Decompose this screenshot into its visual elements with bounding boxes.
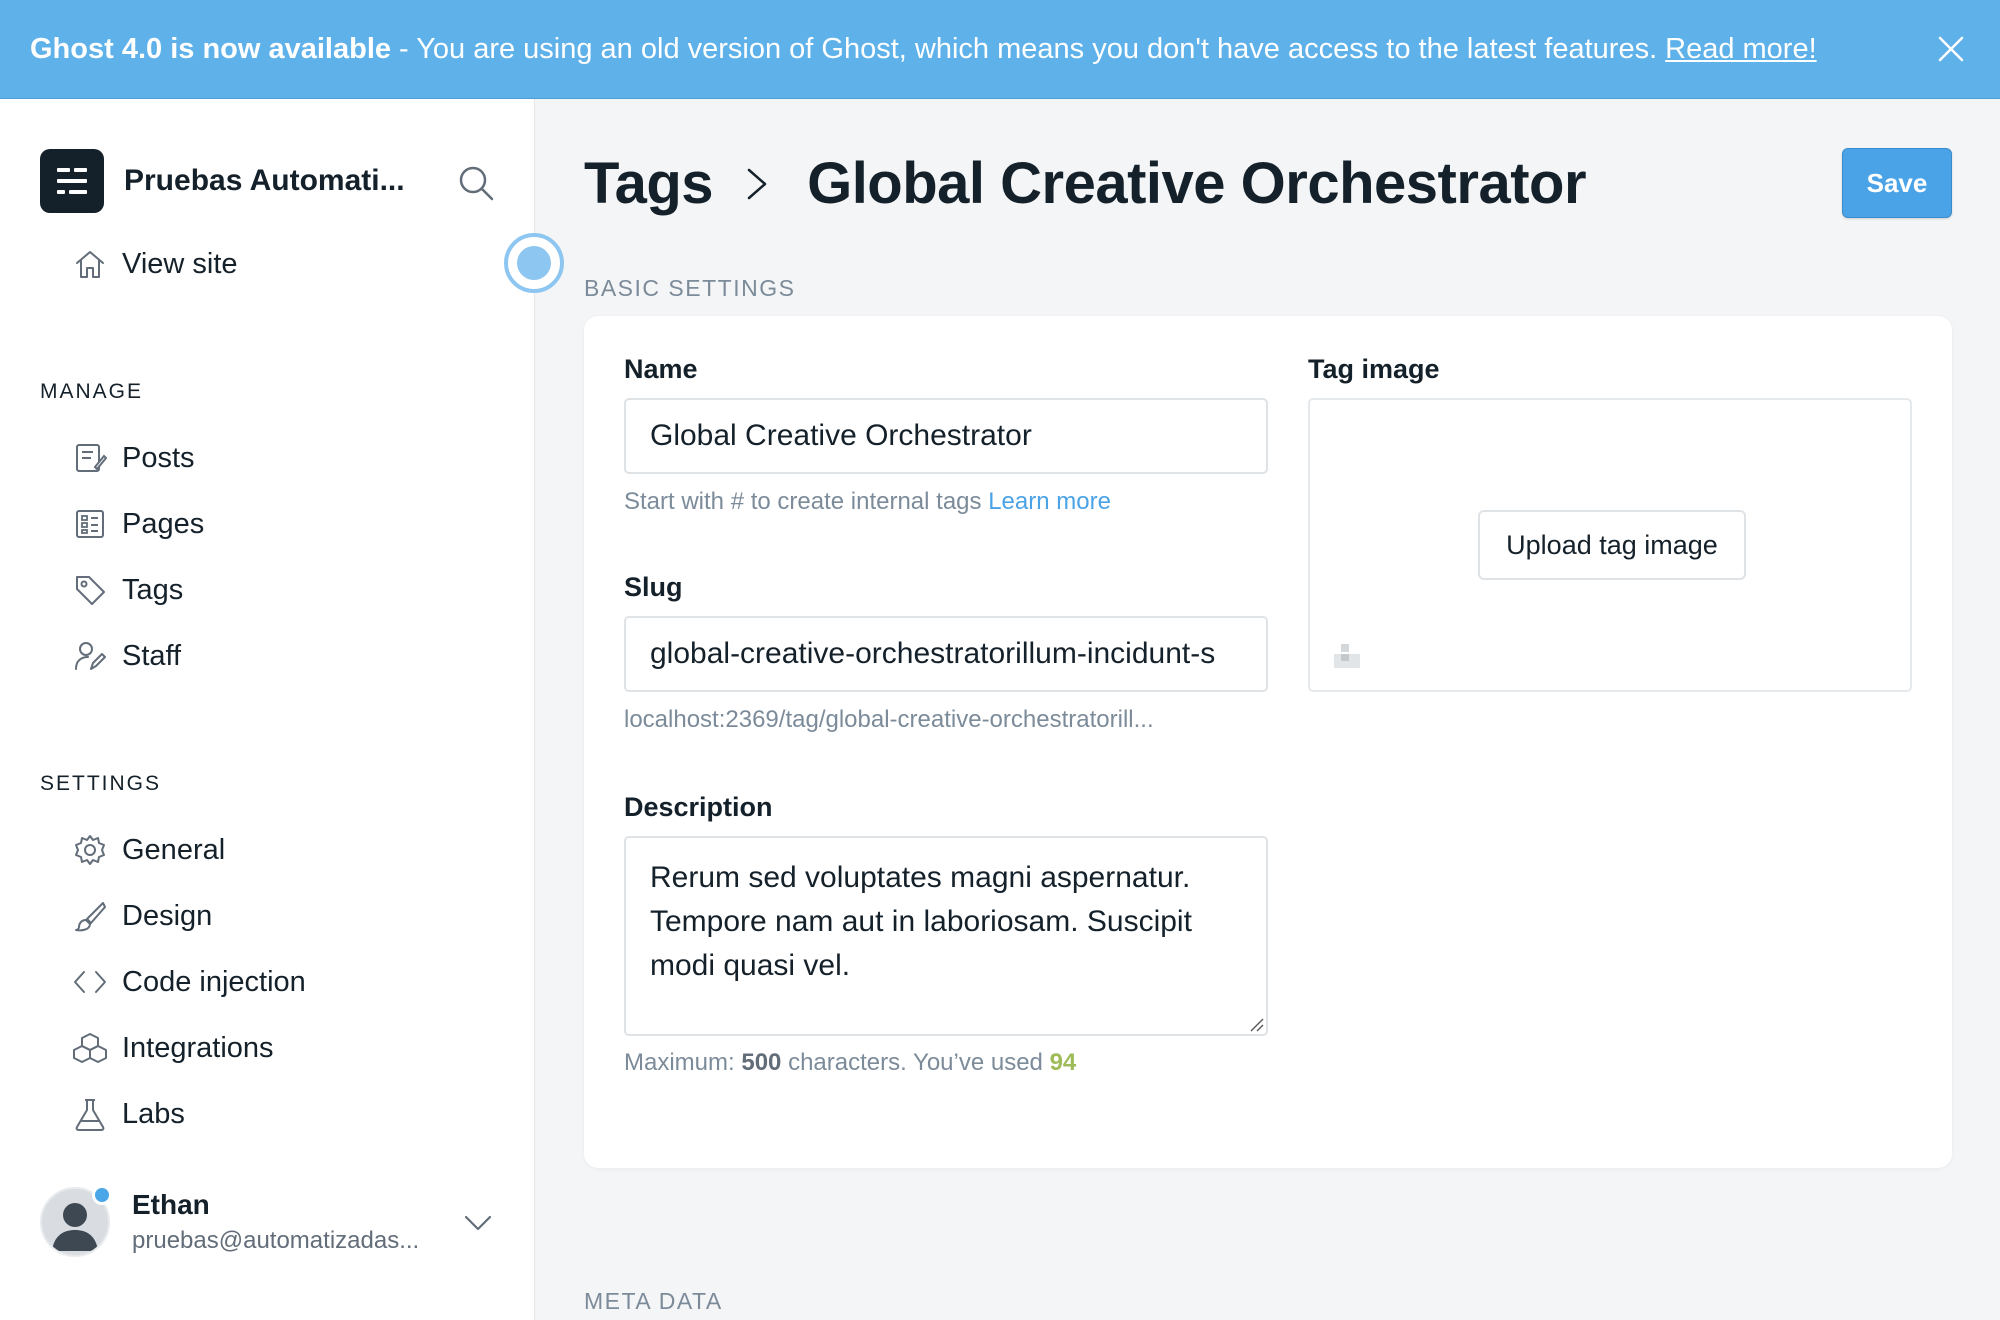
- close-icon[interactable]: [1932, 30, 1970, 68]
- site-brand[interactable]: Pruebas Automati...: [40, 149, 454, 213]
- learn-more-link[interactable]: Learn more: [988, 488, 1111, 515]
- save-button[interactable]: Save: [1842, 148, 1952, 218]
- resize-handle-icon[interactable]: [1248, 1016, 1264, 1032]
- basic-settings-card: Name Global Creative Orchestrator Start …: [584, 316, 1952, 1168]
- character-count: Maximum: 500 characters. You’ve used 94: [624, 1049, 1268, 1077]
- code-icon: [72, 964, 108, 1000]
- tag-title: Global Creative Orchestrator: [807, 151, 1587, 216]
- count-used: 94: [1049, 1049, 1077, 1076]
- name-hint-text: Start with # to create internal tags: [624, 488, 982, 515]
- sidebar-item-label: General: [122, 833, 226, 866]
- sidebar-item-labs[interactable]: Labs: [72, 1092, 185, 1136]
- sidebar-item-label: Code injection: [122, 965, 306, 998]
- manage-section-label: MANAGE: [40, 380, 144, 403]
- sidebar-item-pages[interactable]: Pages: [72, 502, 204, 546]
- upload-tag-image-button[interactable]: Upload tag image: [1478, 510, 1746, 580]
- count-prefix: Maximum:: [624, 1049, 735, 1076]
- meta-data-title: META DATA: [584, 1288, 723, 1314]
- banner-message: - You are using an old version of Ghost,…: [399, 32, 1658, 65]
- user-menu[interactable]: Ethan pruebas@automatizadas...: [40, 1185, 500, 1257]
- sidebar-item-tags[interactable]: Tags: [72, 568, 183, 612]
- slug-label: Slug: [624, 572, 683, 602]
- sidebar-item-label: Design: [122, 899, 213, 932]
- description-label: Description: [624, 792, 773, 822]
- page-title: Tags Global Creative Orchestrator: [584, 150, 1587, 217]
- sidebar-item-staff[interactable]: Staff: [72, 634, 181, 678]
- sidebar-item-posts[interactable]: Posts: [72, 436, 195, 480]
- sidebar-item-label: Tags: [122, 573, 184, 606]
- broken-image-icon: [1334, 644, 1360, 668]
- site-name: Pruebas Automati...: [124, 164, 405, 197]
- count-max: 500: [741, 1049, 782, 1076]
- chevron-down-icon[interactable]: [462, 1207, 494, 1239]
- sidebar-item-code-injection[interactable]: Code injection: [72, 960, 306, 1004]
- search-icon[interactable]: [456, 163, 496, 203]
- sidebar-item-label: Labs: [122, 1097, 185, 1130]
- pulse-indicator: [504, 233, 564, 293]
- sidebar-item-integrations[interactable]: Integrations: [72, 1026, 274, 1070]
- staff-icon: [72, 638, 108, 674]
- settings-section-label: SETTINGS: [40, 772, 162, 795]
- name-label: Name: [624, 354, 698, 384]
- view-site-link[interactable]: View site: [72, 242, 238, 286]
- banner-title: Ghost 4.0 is now available: [30, 32, 392, 65]
- banner-read-more-link[interactable]: Read more!: [1665, 33, 1817, 66]
- sidebar-item-design[interactable]: Design: [72, 894, 212, 938]
- slug-input[interactable]: global-creative-orchestratorillum-incidu…: [624, 616, 1268, 692]
- sidebar: Pruebas Automati... View site MANAGE Pos…: [0, 99, 535, 1320]
- user-email: pruebas@automatizadas...: [132, 1227, 420, 1254]
- view-site-label: View site: [122, 247, 238, 280]
- user-name: Ethan: [132, 1189, 210, 1220]
- pages-icon: [72, 506, 108, 542]
- description-textarea[interactable]: Rerum sed voluptates magni aspernatur. T…: [624, 836, 1268, 1036]
- tag-icon: [72, 572, 108, 608]
- name-input[interactable]: Global Creative Orchestrator: [624, 398, 1268, 474]
- description-text: Rerum sed voluptates magni aspernatur. T…: [650, 861, 1192, 982]
- breadcrumb-tags-link[interactable]: Tags: [584, 150, 714, 217]
- chevron-right-icon: [747, 168, 767, 199]
- status-dot: [92, 1185, 112, 1205]
- name-hint: Start with # to create internal tags Lea…: [624, 488, 1268, 516]
- tag-image-label: Tag image: [1308, 354, 1440, 384]
- count-middle: characters. You’ve used: [788, 1049, 1043, 1076]
- flask-icon: [72, 1096, 108, 1132]
- update-banner: Ghost 4.0 is now available - You are usi…: [0, 0, 2000, 99]
- sidebar-item-general[interactable]: General: [72, 828, 225, 872]
- sidebar-item-label: Posts: [122, 441, 195, 474]
- sidebar-item-label: Integrations: [122, 1031, 274, 1064]
- tag-image-dropzone[interactable]: Upload tag image: [1308, 398, 1912, 692]
- gear-icon: [72, 832, 108, 868]
- sidebar-item-label: Staff: [122, 639, 182, 672]
- integrations-icon: [72, 1030, 108, 1066]
- slug-url-hint: localhost:2369/tag/global-creative-orche…: [624, 706, 1154, 733]
- posts-icon: [72, 440, 108, 476]
- basic-settings-title: BASIC SETTINGS: [584, 275, 796, 301]
- sidebar-item-label: Pages: [122, 507, 205, 540]
- site-logo-icon: [40, 149, 104, 213]
- home-icon: [72, 246, 108, 282]
- brush-icon: [72, 898, 108, 934]
